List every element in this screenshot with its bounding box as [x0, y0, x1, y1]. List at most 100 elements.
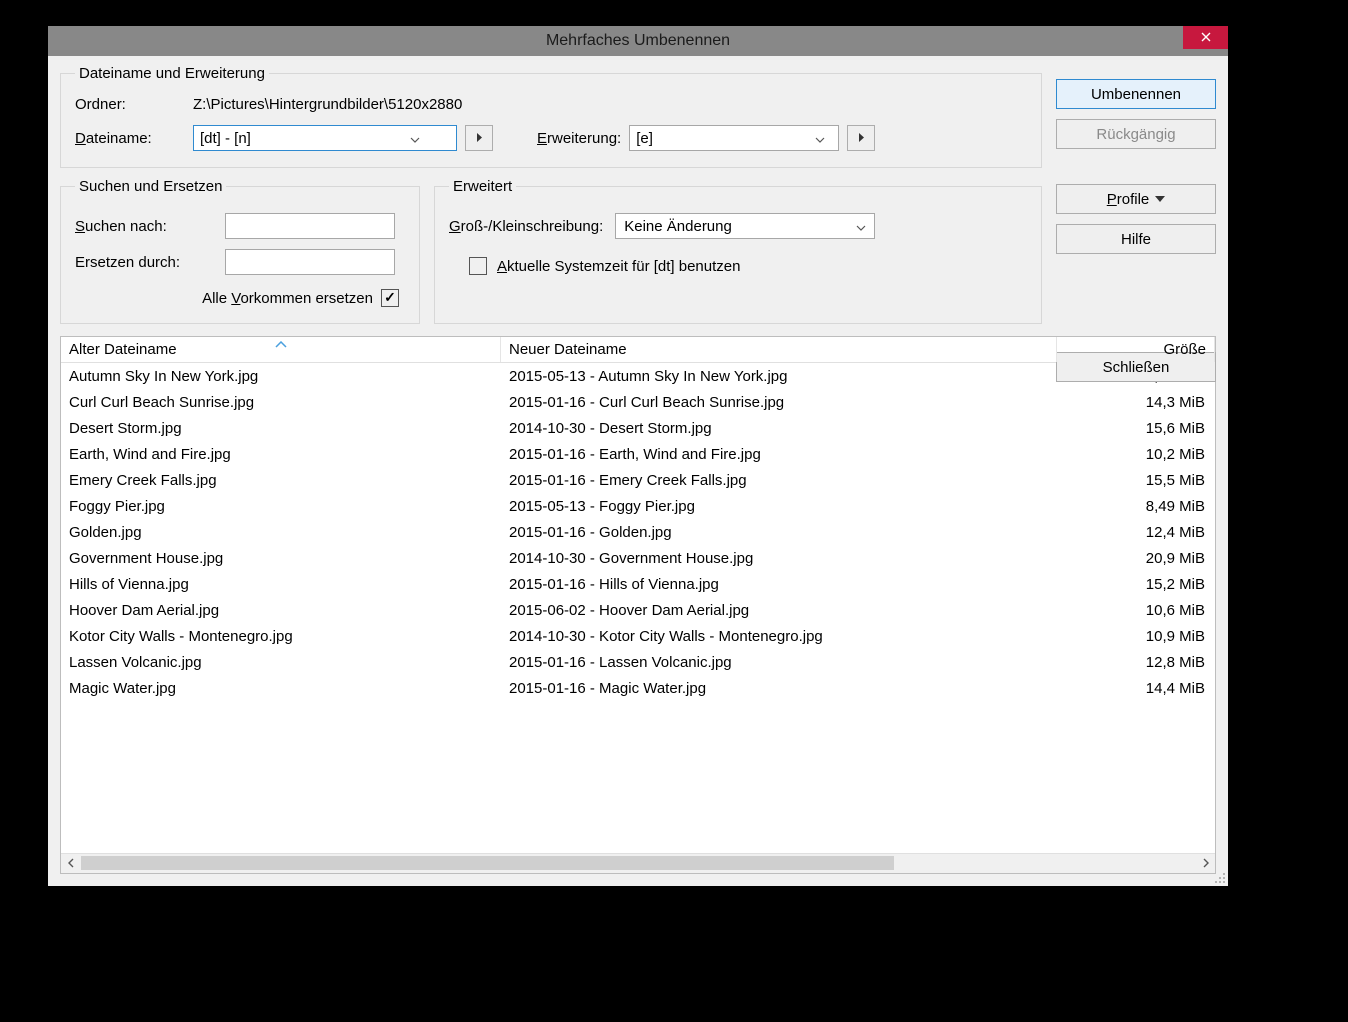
case-select-value: Keine Änderung [624, 218, 732, 235]
file-listview[interactable]: Alter Dateiname Neuer Dateiname Größe Au… [60, 336, 1216, 874]
cell-new-filename: 2014-10-30 - Desert Storm.jpg [501, 420, 1057, 437]
chevron-down-icon [815, 130, 825, 147]
folder-label: Ordner: [75, 96, 185, 113]
sort-ascending-icon [275, 336, 287, 352]
cell-old-filename: Earth, Wind and Fire.jpg [61, 446, 501, 463]
resize-grip-icon [1212, 871, 1226, 888]
extension-template-button[interactable] [847, 125, 875, 151]
column-new-filename[interactable]: Neuer Dateiname [501, 337, 1057, 362]
column-old-label: Alter Dateiname [69, 341, 177, 358]
cell-old-filename: Desert Storm.jpg [61, 420, 501, 437]
cell-size: 8,49 MiB [1057, 498, 1215, 515]
column-size[interactable]: Größe [1057, 337, 1215, 362]
table-row[interactable]: Kotor City Walls - Montenegro.jpg2014-10… [61, 623, 1215, 649]
cell-new-filename: 2015-01-16 - Earth, Wind and Fire.jpg [501, 446, 1057, 463]
search-input[interactable] [225, 213, 395, 239]
filename-template-button[interactable] [465, 125, 493, 151]
cell-new-filename: 2015-01-16 - Lassen Volcanic.jpg [501, 654, 1057, 671]
cell-old-filename: Lassen Volcanic.jpg [61, 654, 501, 671]
case-select[interactable]: Keine Änderung [615, 213, 875, 239]
cell-old-filename: Golden.jpg [61, 524, 501, 541]
close-window-button[interactable] [1183, 26, 1228, 49]
table-row[interactable]: Hills of Vienna.jpg2015-01-16 - Hills of… [61, 571, 1215, 597]
extension-combo[interactable] [629, 125, 839, 151]
profile-button[interactable]: Profile [1056, 184, 1216, 214]
scrollbar-thumb[interactable] [81, 856, 894, 870]
table-row[interactable]: Curl Curl Beach Sunrise.jpg2015-01-16 - … [61, 389, 1215, 415]
folder-path: Z:\Pictures\Hintergrundbilder\5120x2880 [193, 96, 462, 113]
cell-size: 12,8 MiB [1057, 654, 1215, 671]
cell-old-filename: Foggy Pier.jpg [61, 498, 501, 515]
listview-body: Autumn Sky In New York.jpg2015-05-13 - A… [61, 363, 1215, 853]
titlebar: Mehrfaches Umbenennen [48, 26, 1228, 56]
cell-new-filename: 2015-05-13 - Autumn Sky In New York.jpg [501, 368, 1057, 385]
cell-size: 15,2 MiB [1057, 576, 1215, 593]
cell-new-filename: 2015-01-16 - Hills of Vienna.jpg [501, 576, 1057, 593]
extension-input[interactable] [630, 127, 810, 149]
chevron-left-icon [68, 855, 75, 872]
horizontal-scrollbar[interactable] [61, 853, 1215, 873]
replace-label: Ersetzen durch: [75, 254, 215, 271]
table-row[interactable]: Desert Storm.jpg2014-10-30 - Desert Stor… [61, 415, 1215, 441]
resize-grip[interactable] [1212, 870, 1226, 884]
group-search-legend: Suchen und Ersetzen [75, 178, 226, 195]
table-row[interactable]: Lassen Volcanic.jpg2015-01-16 - Lassen V… [61, 649, 1215, 675]
table-row[interactable]: Emery Creek Falls.jpg2015-01-16 - Emery … [61, 467, 1215, 493]
filename-dropdown[interactable] [405, 126, 425, 150]
cell-old-filename: Kotor City Walls - Montenegro.jpg [61, 628, 501, 645]
cell-size: 20,9 MiB [1057, 550, 1215, 567]
cell-size: 10,2 MiB [1057, 446, 1215, 463]
case-select-dropdown[interactable] [852, 218, 870, 235]
table-row[interactable]: Magic Water.jpg2015-01-16 - Magic Water.… [61, 675, 1215, 701]
cell-new-filename: 2015-01-16 - Golden.jpg [501, 524, 1057, 541]
scrollbar-track[interactable] [81, 854, 1195, 873]
triangle-right-icon [858, 130, 865, 147]
cell-new-filename: 2014-10-30 - Kotor City Walls - Monteneg… [501, 628, 1057, 645]
chevron-down-icon [410, 130, 420, 147]
cell-size: 14,3 MiB [1057, 394, 1215, 411]
systime-label: Aktuelle Systemzeit für [dt] benutzen [497, 258, 740, 275]
group-filename-legend: Dateiname und Erweiterung [75, 65, 269, 82]
extension-label: Erweiterung: [537, 130, 621, 147]
chevron-right-icon [1202, 855, 1209, 872]
systime-checkbox[interactable] [469, 257, 487, 275]
cell-old-filename: Hills of Vienna.jpg [61, 576, 501, 593]
table-row[interactable]: Hoover Dam Aerial.jpg2015-06-02 - Hoover… [61, 597, 1215, 623]
undo-button[interactable]: Rückgängig [1056, 119, 1216, 149]
table-row[interactable]: Earth, Wind and Fire.jpg2015-01-16 - Ear… [61, 441, 1215, 467]
side-buttons-top: Umbenennen Rückgängig [1056, 65, 1216, 168]
filename-input[interactable] [194, 127, 405, 149]
help-button-label: Hilfe [1121, 231, 1151, 248]
filename-combo[interactable] [193, 125, 457, 151]
cell-old-filename: Hoover Dam Aerial.jpg [61, 602, 501, 619]
replace-all-checkbox[interactable] [381, 289, 399, 307]
table-row[interactable]: Autumn Sky In New York.jpg2015-05-13 - A… [61, 363, 1215, 389]
cell-size: 10,6 MiB [1057, 602, 1215, 619]
replace-input[interactable] [225, 249, 395, 275]
cell-size: 10,9 MiB [1057, 628, 1215, 645]
case-label: Groß-/Kleinschreibung: [449, 218, 603, 235]
cell-size: 12,4 MiB [1057, 524, 1215, 541]
profile-button-label: Profile [1107, 191, 1150, 208]
client-area: Dateiname und Erweiterung Ordner: Z:\Pic… [48, 56, 1228, 886]
table-row[interactable]: Foggy Pier.jpg2015-05-13 - Foggy Pier.jp… [61, 493, 1215, 519]
cell-old-filename: Curl Curl Beach Sunrise.jpg [61, 394, 501, 411]
search-label: Suchen nach: [75, 218, 215, 235]
close-icon [1201, 30, 1211, 45]
cell-new-filename: 2015-01-16 - Emery Creek Falls.jpg [501, 472, 1057, 489]
side-buttons-mid: Profile Hilfe [1056, 178, 1216, 324]
filename-label: Dateiname: [75, 130, 185, 147]
column-old-filename[interactable]: Alter Dateiname [61, 337, 501, 362]
triangle-right-icon [476, 130, 483, 147]
help-button[interactable]: Hilfe [1056, 224, 1216, 254]
cell-old-filename: Emery Creek Falls.jpg [61, 472, 501, 489]
rename-button[interactable]: Umbenennen [1056, 79, 1216, 109]
table-row[interactable]: Golden.jpg2015-01-16 - Golden.jpg12,4 Mi… [61, 519, 1215, 545]
table-row[interactable]: Government House.jpg2014-10-30 - Governm… [61, 545, 1215, 571]
extension-dropdown[interactable] [810, 126, 830, 150]
cell-new-filename: 2015-05-13 - Foggy Pier.jpg [501, 498, 1057, 515]
group-filename-extension: Dateiname und Erweiterung Ordner: Z:\Pic… [60, 65, 1042, 168]
cell-old-filename: Magic Water.jpg [61, 680, 501, 697]
scroll-left-button[interactable] [61, 854, 81, 873]
replace-all-label: Alle Vorkommen ersetzen [202, 290, 373, 307]
